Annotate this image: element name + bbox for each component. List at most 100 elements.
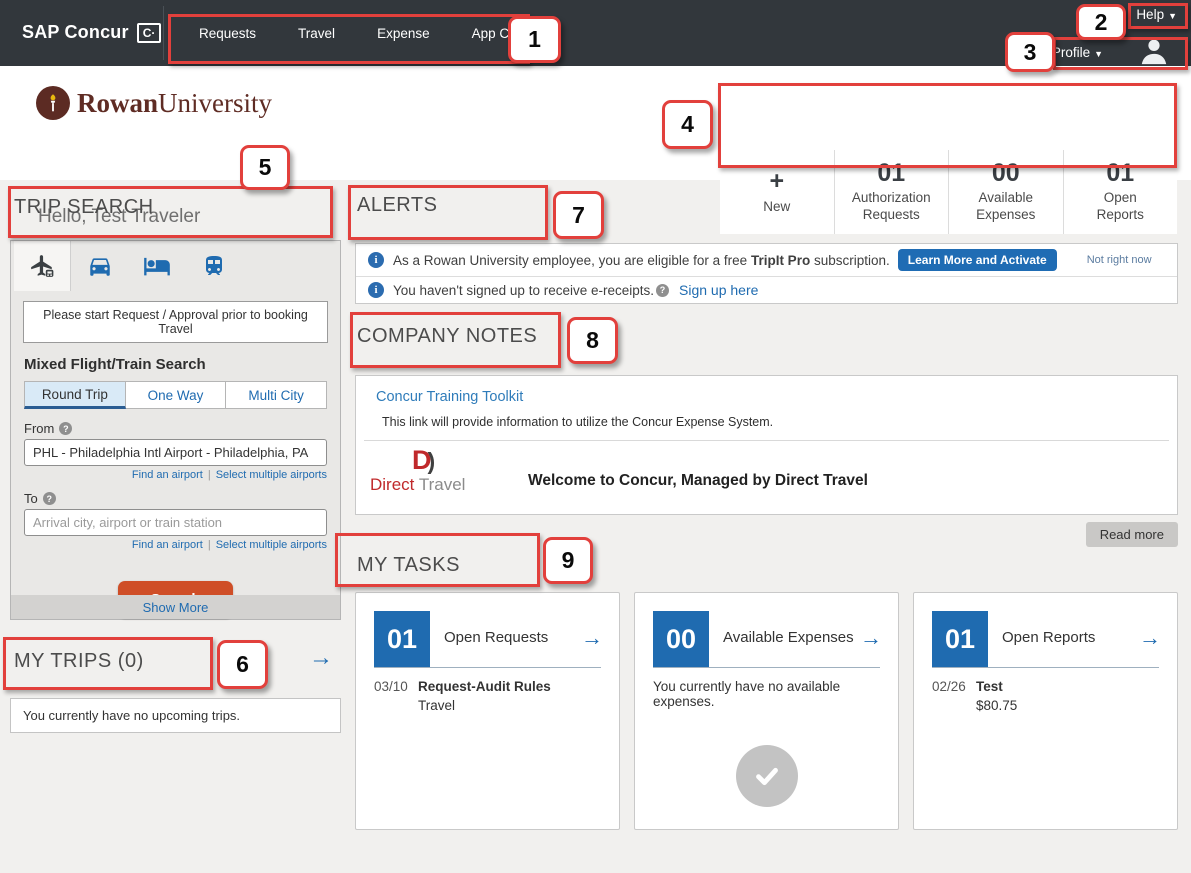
authorization-requests-button[interactable]: 01 AuthorizationRequests (834, 150, 949, 234)
arrow-right-icon[interactable]: → (1139, 625, 1161, 651)
nav-item-travel[interactable]: Travel (277, 26, 356, 41)
booking-notice-button[interactable]: Please start Request / Approval prior to… (23, 301, 328, 343)
tab-one-way[interactable]: One Way (126, 381, 227, 409)
read-more-button[interactable]: Read more (1086, 522, 1178, 547)
card-title: Open Reports (1002, 629, 1095, 646)
chevron-down-icon: ▼ (1094, 49, 1103, 59)
divider (374, 667, 601, 668)
bed-icon (143, 252, 171, 280)
travel-mode-tabs (11, 241, 340, 291)
help-label: Help (1136, 7, 1164, 22)
profile-dropdown[interactable]: Profile ▼ (1052, 45, 1103, 60)
card-body: You currently have no available expenses… (653, 679, 884, 709)
nav-item-expense[interactable]: Expense (356, 26, 451, 41)
open-requests-card[interactable]: 01 Open Requests → 03/10 Request-Audit R… (355, 592, 620, 830)
find-airport-link[interactable]: Find an airport (132, 539, 203, 551)
not-right-now-link[interactable]: Not right now (1087, 254, 1152, 266)
task-cards: 01 Open Requests → 03/10 Request-Audit R… (355, 592, 1178, 830)
mixed-search-title: Mixed Flight/Train Search (24, 356, 340, 373)
to-airport-links: Find an airport|Select multiple airports (24, 539, 327, 551)
annotation-callout-6: 6 (217, 640, 268, 689)
trip-search-title: TRIP SEARCH (14, 196, 154, 219)
card-title: Open Requests (444, 629, 548, 646)
org-name-rowan: Rowan (77, 88, 158, 118)
org-name: RowanUniversity (77, 88, 272, 119)
task-detail: Request-Audit Rules Travel (418, 679, 551, 713)
brand-name: SAP Concur (22, 22, 129, 43)
tab-flight-train[interactable] (14, 241, 71, 291)
company-notes-title: COMPANY NOTES (357, 325, 537, 348)
from-input[interactable] (24, 439, 327, 466)
from-airport-links: Find an airport|Select multiple airports (24, 469, 327, 481)
task-date: 03/10 (374, 679, 418, 713)
available-expenses-button[interactable]: 00 AvailableExpenses (948, 150, 1063, 234)
info-icon: i (368, 282, 384, 298)
my-trips-arrow-icon[interactable]: → (309, 644, 333, 672)
select-multiple-airports-link[interactable]: Select multiple airports (216, 469, 327, 481)
show-more-link[interactable]: Show More (143, 600, 209, 615)
available-expenses-card[interactable]: 00 Available Expenses → You currently ha… (634, 592, 899, 830)
direct-travel-logo[interactable]: D) Direct Travel (370, 447, 480, 495)
open-requests-count-badge: 01 (374, 611, 430, 667)
new-button[interactable]: + New (720, 150, 834, 234)
available-expenses-count-badge: 00 (653, 611, 709, 667)
card-title: Available Expenses (723, 629, 854, 646)
task-subtitle: Travel (418, 698, 551, 713)
help-icon[interactable]: ? (43, 492, 56, 505)
stat-label: New (763, 199, 790, 216)
help-icon[interactable]: ? (656, 284, 669, 297)
tab-hotel[interactable] (128, 241, 185, 291)
help-icon[interactable]: ? (59, 422, 72, 435)
nav-item-requests[interactable]: Requests (178, 26, 277, 41)
tab-round-trip[interactable]: Round Trip (24, 381, 126, 409)
annotation-callout-9: 9 (543, 537, 593, 584)
open-reports-button[interactable]: 01 OpenReports (1063, 150, 1178, 234)
learn-more-activate-button[interactable]: Learn More and Activate (898, 249, 1057, 271)
sign-up-here-link[interactable]: Sign up here (679, 282, 758, 298)
select-multiple-airports-link[interactable]: Select multiple airports (216, 539, 327, 551)
profile-label: Profile (1052, 45, 1090, 60)
to-label: To? (24, 491, 327, 506)
alerts-title: ALERTS (357, 194, 437, 217)
task-title: Request-Audit Rules (418, 679, 551, 694)
task-title: Test (976, 679, 1017, 694)
arrow-right-icon[interactable]: → (860, 625, 882, 651)
alert-text: As a Rowan University employee, you are … (393, 253, 890, 268)
arrow-right-icon[interactable]: → (581, 625, 603, 651)
company-notes-bottom: D) Direct Travel Welcome to Concur, Mana… (356, 441, 1177, 495)
company-notes-panel: Concur Training Toolkit This link will p… (355, 375, 1178, 515)
task-amount: $80.75 (976, 698, 1017, 713)
find-airport-link[interactable]: Find an airport (132, 469, 203, 481)
task-row[interactable]: 03/10 Request-Audit Rules Travel (374, 679, 605, 713)
to-input[interactable] (24, 509, 327, 536)
direct-travel-swoosh-icon: ) (428, 448, 436, 474)
empty-expenses-message: You currently have no available expenses… (653, 679, 868, 709)
divider (653, 667, 880, 668)
open-reports-card[interactable]: 01 Open Reports → 02/26 Test $80.75 (913, 592, 1178, 830)
show-more-bar: Show More (11, 595, 340, 619)
top-nav-menu: Requests Travel Expense App Center (178, 0, 561, 66)
tab-multi-city[interactable]: Multi City (226, 381, 327, 409)
chevron-down-icon: ▼ (1168, 11, 1177, 21)
tab-car[interactable] (71, 241, 128, 291)
plus-icon: + (769, 168, 784, 196)
alert-text: You haven't signed up to receive e-recei… (393, 283, 654, 298)
stat-count: 00 (992, 160, 1020, 188)
profile-avatar-icon[interactable] (1139, 36, 1169, 66)
plane-train-icon (29, 253, 55, 279)
nav-item-app-center[interactable]: App Center (451, 26, 561, 41)
task-row[interactable]: 02/26 Test $80.75 (932, 679, 1163, 713)
my-trips-empty-message: You currently have no upcoming trips. (10, 698, 341, 733)
help-dropdown[interactable]: Help ▼ (1136, 7, 1177, 22)
topbar-divider (163, 6, 164, 60)
trip-search-panel: Please start Request / Approval prior to… (10, 240, 341, 620)
concur-training-toolkit-link[interactable]: Concur Training Toolkit (376, 389, 523, 405)
concur-dashboard: SAP Concur C· Requests Travel Expense Ap… (0, 0, 1191, 873)
tab-train[interactable] (185, 241, 242, 291)
alert-tripit: i As a Rowan University employee, you ar… (356, 244, 1177, 276)
alert-ereceipts: i You haven't signed up to receive e-rec… (356, 276, 1177, 303)
train-icon (202, 254, 226, 278)
annotation-callout-7: 7 (553, 191, 604, 239)
stat-label: AvailableExpenses (976, 190, 1035, 224)
sap-concur-logo[interactable]: SAP Concur C· (22, 22, 161, 43)
